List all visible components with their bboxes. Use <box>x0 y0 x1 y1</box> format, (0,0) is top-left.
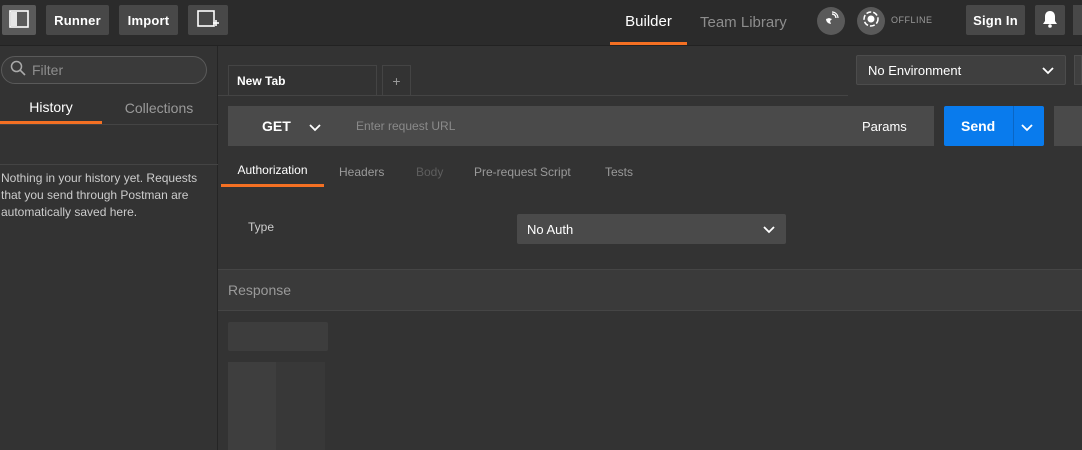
notifications-button[interactable] <box>1035 5 1065 35</box>
auth-type-value: No Auth <box>527 221 574 237</box>
url-input[interactable] <box>356 119 796 133</box>
method-select[interactable]: GET <box>228 106 334 146</box>
tab-headers[interactable]: Headers <box>339 156 384 187</box>
tab-team-library[interactable]: Team Library <box>700 0 790 45</box>
import-button[interactable]: Import <box>119 5 178 35</box>
top-toolbar: Runner Import Builder Team Library OFFLI… <box>0 0 1082 46</box>
environment-quick-look-edge[interactable] <box>1074 55 1082 85</box>
new-window-icon <box>197 9 219 32</box>
tabs-divider <box>218 95 848 96</box>
runner-button[interactable]: Runner <box>46 5 109 35</box>
request-builder: New Tab + No Environment GET Params Send… <box>218 46 1082 450</box>
tab-builder[interactable]: Builder <box>610 0 687 45</box>
environment-select[interactable]: No Environment <box>856 55 1066 85</box>
chevron-down-icon <box>762 223 776 238</box>
tab-authorization[interactable]: Authorization <box>221 156 324 187</box>
sidebar-toggle-icon <box>9 9 29 31</box>
sign-in-button[interactable]: Sign In <box>966 5 1025 35</box>
params-button[interactable]: Params <box>862 106 934 146</box>
add-tab-button[interactable]: + <box>382 65 411 95</box>
history-empty-message: Nothing in your history yet. Requests th… <box>1 171 198 219</box>
send-button[interactable]: Send <box>944 106 1044 146</box>
url-bar <box>334 106 934 146</box>
filter-input[interactable] <box>32 62 202 78</box>
method-value: GET <box>262 118 291 134</box>
offline-status-button[interactable] <box>857 7 885 35</box>
chevron-down-icon <box>308 120 322 136</box>
sidebar: History Collections Nothing in your hist… <box>0 46 218 450</box>
auth-type-select[interactable]: No Auth <box>517 214 786 244</box>
chevron-down-icon[interactable] <box>1020 120 1034 136</box>
send-divider <box>1013 106 1014 146</box>
environment-value: No Environment <box>868 62 962 78</box>
send-label: Send <box>961 118 996 134</box>
request-tab[interactable]: New Tab <box>228 65 377 95</box>
tab-collections[interactable]: Collections <box>108 92 210 124</box>
tab-history[interactable]: History <box>0 92 102 124</box>
save-button-edge[interactable] <box>1054 106 1082 146</box>
tab-body[interactable]: Body <box>416 156 443 187</box>
offline-status-icon <box>862 10 880 33</box>
sidebar-toggle-button[interactable] <box>2 5 36 35</box>
filter-box <box>1 56 207 84</box>
tab-pre-request-script[interactable]: Pre-request Script <box>474 156 571 187</box>
new-window-button[interactable] <box>188 5 228 35</box>
divider <box>0 124 218 125</box>
offline-label: OFFLINE <box>891 15 933 25</box>
response-header: Response <box>218 269 1082 311</box>
search-icon <box>10 60 26 81</box>
divider <box>0 164 218 165</box>
response-placeholder <box>228 362 276 450</box>
response-placeholder <box>228 322 328 351</box>
settings-button-edge[interactable] <box>1073 5 1082 35</box>
tab-tests[interactable]: Tests <box>605 156 633 187</box>
chevron-down-icon <box>1041 64 1055 79</box>
auth-type-label: Type <box>248 220 275 234</box>
sync-button[interactable] <box>817 7 845 35</box>
satellite-icon <box>823 10 839 32</box>
response-label: Response <box>228 282 292 298</box>
bell-icon <box>1043 10 1057 31</box>
